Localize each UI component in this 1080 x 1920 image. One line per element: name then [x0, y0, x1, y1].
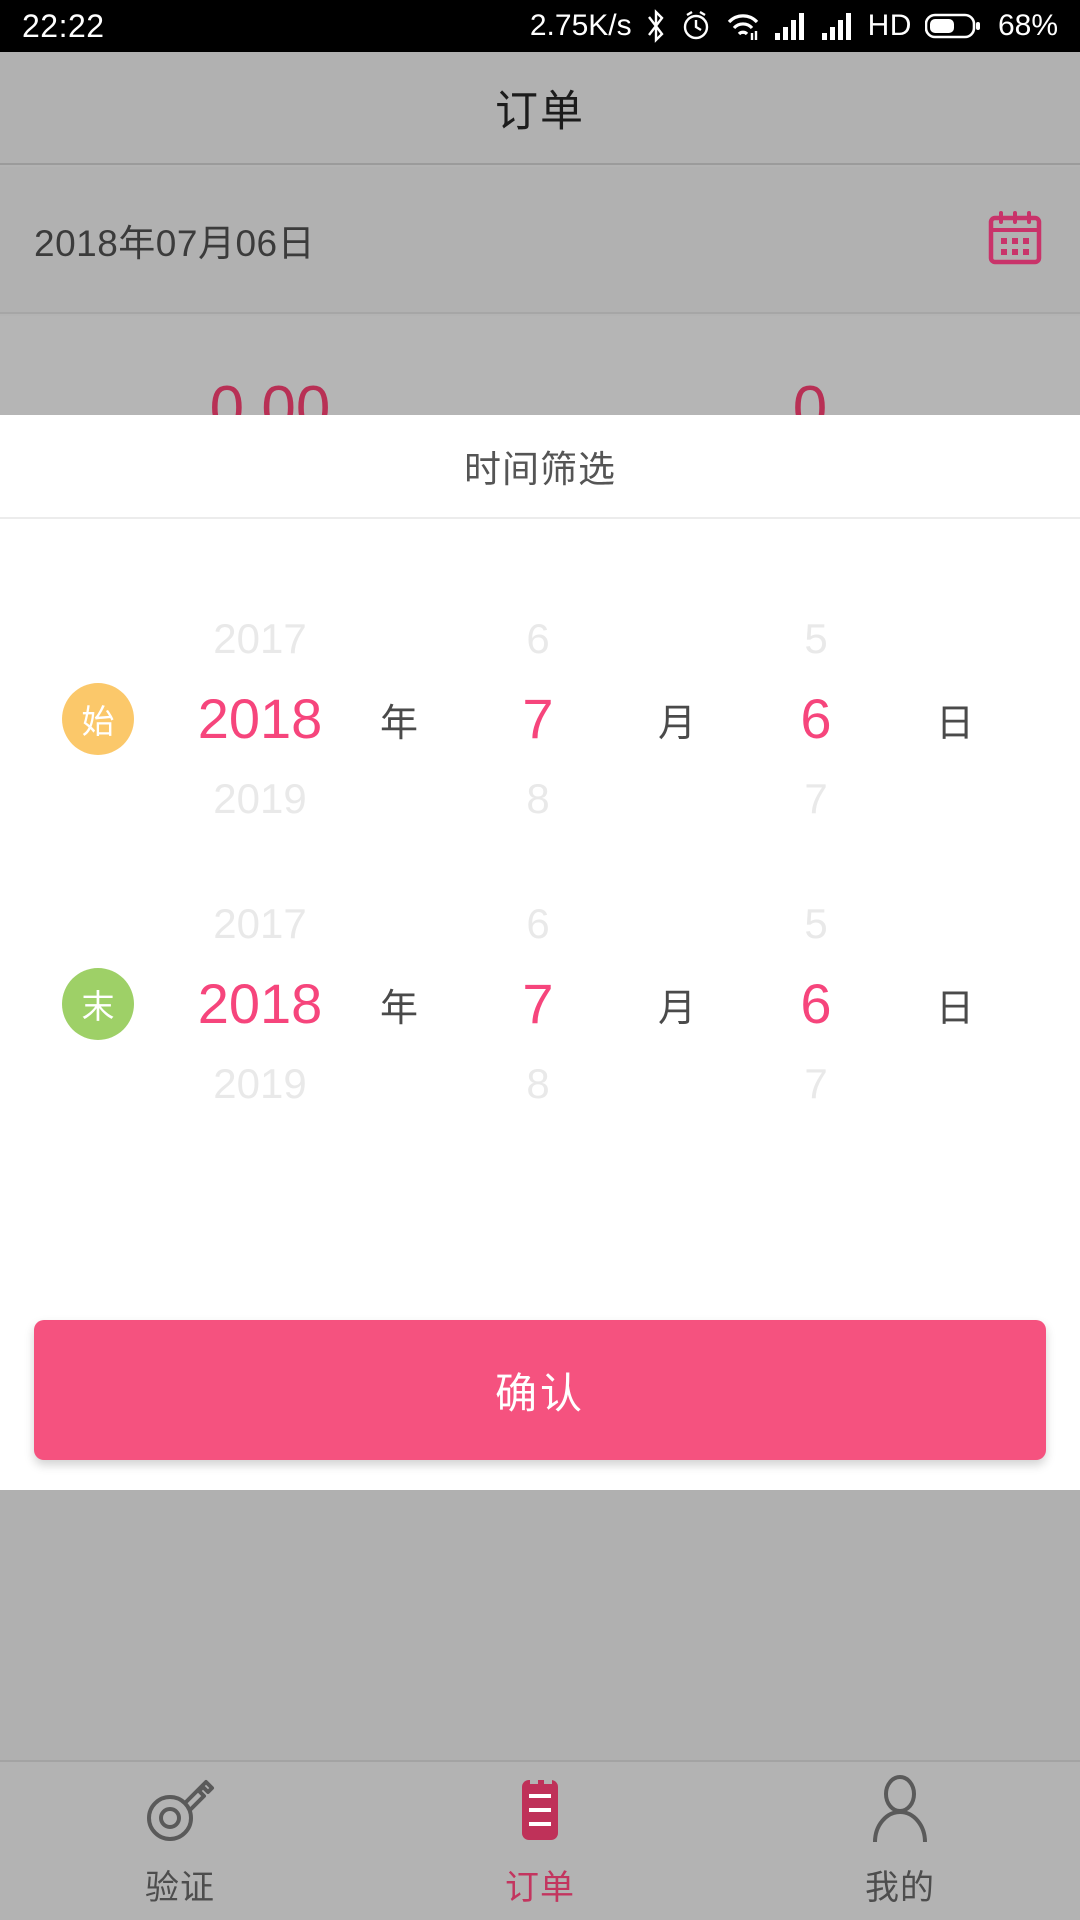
- phone-screen: 22:22 2.75K/s HD 68% 订单 2018年07月06日 0.00…: [0, 0, 1080, 1920]
- end-badge: 末: [62, 968, 134, 1040]
- network-speed-label: 2.75K/s: [529, 9, 632, 42]
- end-month-unit: 月: [657, 987, 696, 1030]
- time-filter-sheet: 时间筛选 始 2017 2018 2019 年 6 7 8 月 5 6 7 日 …: [0, 415, 1080, 1490]
- bluetooth-icon: [645, 9, 667, 43]
- status-clock: 22:22: [22, 7, 105, 44]
- wheel-next-value: 7: [804, 1060, 828, 1107]
- tab-orders[interactable]: 订单: [360, 1762, 720, 1920]
- wheel-selected-value: 2018: [197, 972, 323, 1035]
- battery-percent-label: 68%: [997, 9, 1058, 42]
- wheel-prev-value: 5: [804, 615, 828, 662]
- tab-label-verify: 验证: [145, 1868, 215, 1907]
- date-filter-bar[interactable]: 2018年07月06日: [0, 167, 1080, 314]
- end-wheels: 2017 2018 2019 年 6 7 8 月 5 6 7 日: [180, 889, 1014, 1119]
- app-bar: 订单: [0, 52, 1080, 165]
- sheet-title: 时间筛选: [464, 449, 616, 490]
- key-tag-icon: [142, 1774, 218, 1846]
- tab-verify[interactable]: 验证: [0, 1762, 360, 1920]
- signal-icon: [774, 11, 808, 41]
- wheel-prev-value: 6: [526, 615, 550, 662]
- wheel-next-value: 2019: [213, 775, 307, 822]
- wheel-next-value: 8: [526, 775, 550, 822]
- tab-label-profile: 我的: [865, 1868, 935, 1907]
- start-month-wheel[interactable]: 6 7 8: [458, 604, 618, 834]
- wheel-prev-value: 2017: [213, 615, 307, 662]
- selected-date-label: 2018年07月06日: [34, 222, 316, 264]
- end-day-wheel[interactable]: 5 6 7: [736, 889, 896, 1119]
- start-day-wheel[interactable]: 5 6 7: [736, 604, 896, 834]
- confirm-area: 确认: [0, 1320, 1080, 1460]
- wheel-selected-value: 2018: [197, 687, 323, 750]
- clipboard-icon: [510, 1774, 570, 1846]
- start-year-unit: 年: [379, 702, 418, 745]
- hd-icon: HD: [867, 9, 912, 42]
- wheel-next-value: 8: [526, 1060, 550, 1107]
- end-year-unit: 年: [379, 987, 418, 1030]
- start-date-picker: 始 2017 2018 2019 年 6 7 8 月 5 6 7 日: [0, 604, 1080, 834]
- end-badge-label: 末: [81, 988, 115, 1025]
- wheel-selected-value: 6: [800, 687, 832, 750]
- sheet-header: 时间筛选: [0, 415, 1080, 519]
- end-date-picker: 末 2017 2018 2019 年 6 7 8 月 5 6 7 日: [0, 889, 1080, 1119]
- start-badge: 始: [62, 683, 134, 755]
- confirm-button[interactable]: 确认: [34, 1320, 1046, 1460]
- bottom-tab-bar: 验证 订单 我的: [0, 1760, 1080, 1920]
- end-year-wheel[interactable]: 2017 2018 2019: [180, 889, 340, 1119]
- wifi-icon: [725, 9, 761, 43]
- alarm-icon: [680, 9, 712, 43]
- battery-icon: [924, 11, 981, 41]
- wheel-next-value: 7: [804, 775, 828, 822]
- end-month-wheel[interactable]: 6 7 8: [458, 889, 618, 1119]
- wheel-prev-value: 5: [804, 900, 828, 947]
- start-month-unit: 月: [657, 702, 696, 745]
- background-filler: [0, 1490, 1080, 1760]
- tab-label-orders: 订单: [505, 1868, 575, 1907]
- tab-profile[interactable]: 我的: [720, 1762, 1080, 1920]
- wheel-selected-value: 7: [522, 687, 554, 750]
- page-title: 订单: [495, 87, 585, 136]
- wheel-selected-value: 7: [522, 972, 554, 1035]
- calendar-icon[interactable]: [984, 206, 1046, 273]
- start-wheels: 2017 2018 2019 年 6 7 8 月 5 6 7 日: [180, 604, 1014, 834]
- person-icon: [867, 1774, 933, 1846]
- signal-icon: [821, 11, 855, 41]
- start-year-wheel[interactable]: 2017 2018 2019: [180, 604, 340, 834]
- status-icons: 2.75K/s HD 68%: [530, 9, 1058, 43]
- wheel-selected-value: 6: [800, 972, 832, 1035]
- wheel-prev-value: 2017: [213, 900, 307, 947]
- wheel-next-value: 2019: [213, 1060, 307, 1107]
- start-badge-label: 始: [81, 703, 115, 740]
- status-bar: 22:22 2.75K/s HD 68%: [0, 0, 1080, 52]
- start-day-unit: 日: [935, 702, 974, 745]
- wheel-prev-value: 6: [526, 900, 550, 947]
- end-day-unit: 日: [935, 987, 974, 1030]
